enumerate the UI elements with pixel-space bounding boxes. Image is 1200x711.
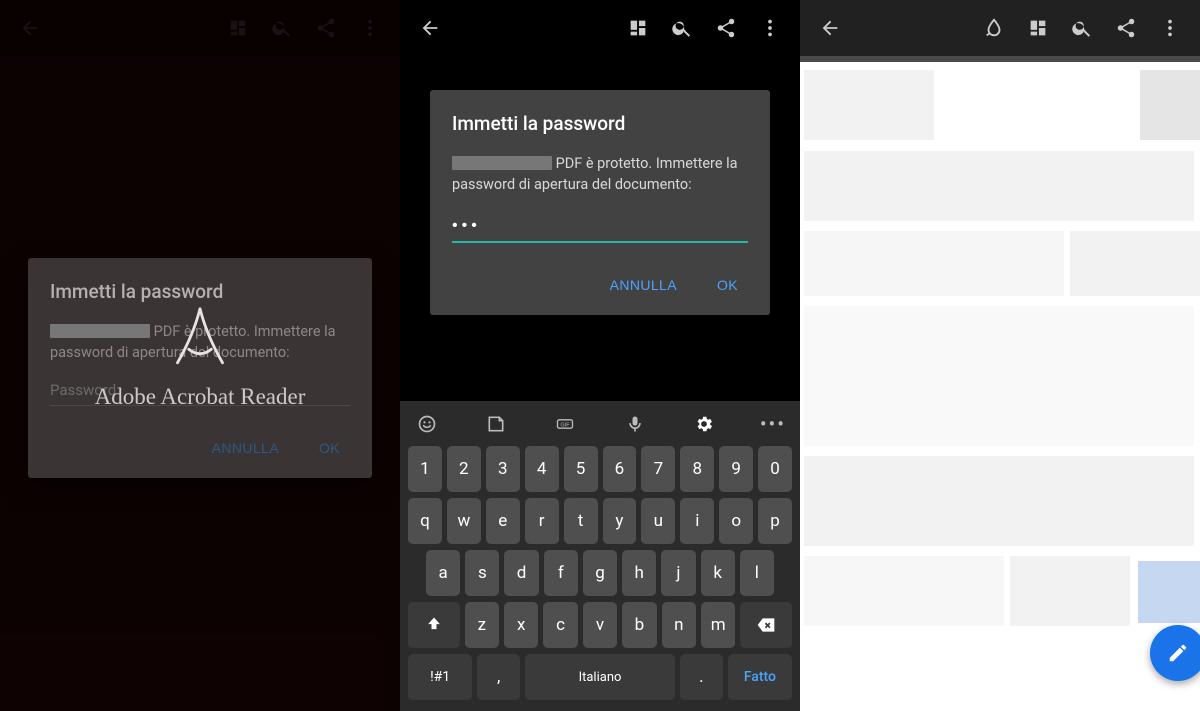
doc-block bbox=[804, 151, 1194, 221]
key-b[interactable]: b bbox=[622, 602, 656, 648]
key-0[interactable]: 0 bbox=[758, 446, 792, 492]
share-icon[interactable] bbox=[704, 6, 748, 50]
search-icon[interactable] bbox=[1060, 6, 1104, 50]
password-input[interactable] bbox=[452, 213, 748, 243]
key-5[interactable]: 5 bbox=[564, 446, 598, 492]
key-2[interactable]: 2 bbox=[447, 446, 481, 492]
key-k[interactable]: k bbox=[701, 550, 735, 596]
key-w[interactable]: w bbox=[447, 498, 481, 544]
key-period[interactable]: . bbox=[680, 654, 723, 700]
sticker-icon[interactable] bbox=[483, 411, 509, 437]
doc-block bbox=[804, 556, 1004, 626]
key-h[interactable]: h bbox=[622, 550, 656, 596]
dialog-title: Immetti la password bbox=[452, 112, 748, 135]
key-n[interactable]: n bbox=[662, 602, 696, 648]
ink-icon[interactable] bbox=[972, 6, 1016, 50]
key-j[interactable]: j bbox=[661, 550, 695, 596]
doc-block bbox=[804, 231, 1064, 296]
key-8[interactable]: 8 bbox=[680, 446, 714, 492]
password-dialog: Immetti la password PDF è protetto. Imme… bbox=[430, 90, 770, 315]
doc-top-strip bbox=[800, 56, 1200, 62]
adobe-logo-icon bbox=[164, 302, 236, 374]
keyboard-more-icon[interactable]: ••• bbox=[760, 411, 786, 437]
key-m[interactable]: m bbox=[701, 602, 735, 648]
key-l[interactable]: l bbox=[740, 550, 774, 596]
share-icon[interactable] bbox=[1104, 6, 1148, 50]
search-icon[interactable] bbox=[660, 6, 704, 50]
key-y[interactable]: y bbox=[603, 498, 637, 544]
key-z[interactable]: z bbox=[465, 602, 499, 648]
screen-splash-password: Immetti la password PDF è protetto. Imme… bbox=[0, 0, 400, 711]
keyboard-row-asdf: a s d f g h j k l bbox=[404, 547, 796, 599]
app-bar bbox=[800, 0, 1200, 56]
key-3[interactable]: 3 bbox=[486, 446, 520, 492]
key-o[interactable]: o bbox=[719, 498, 753, 544]
ok-button[interactable]: OK bbox=[713, 271, 742, 299]
keyboard-toolbar: GIF ••• bbox=[404, 407, 796, 443]
key-symbols[interactable]: !#1 bbox=[408, 654, 472, 700]
key-space[interactable]: Italiano bbox=[525, 654, 675, 700]
doc-block bbox=[804, 306, 1194, 446]
key-backspace[interactable] bbox=[740, 602, 792, 648]
key-g[interactable]: g bbox=[583, 550, 617, 596]
key-q[interactable]: q bbox=[408, 498, 442, 544]
key-u[interactable]: u bbox=[641, 498, 675, 544]
emoji-icon[interactable] bbox=[414, 411, 440, 437]
doc-block bbox=[804, 70, 934, 140]
key-c[interactable]: c bbox=[543, 602, 577, 648]
key-a[interactable]: a bbox=[426, 550, 460, 596]
key-7[interactable]: 7 bbox=[641, 446, 675, 492]
doc-block bbox=[804, 456, 1194, 546]
splash-title: Adobe Acrobat Reader bbox=[95, 384, 306, 410]
key-v[interactable]: v bbox=[583, 602, 617, 648]
overflow-icon[interactable] bbox=[1148, 6, 1192, 50]
key-d[interactable]: d bbox=[504, 550, 538, 596]
key-p[interactable]: p bbox=[758, 498, 792, 544]
screen-document-open bbox=[800, 0, 1200, 711]
key-9[interactable]: 9 bbox=[719, 446, 753, 492]
keyboard-row-numbers: 1 2 3 4 5 6 7 8 9 0 bbox=[404, 443, 796, 495]
key-x[interactable]: x bbox=[504, 602, 538, 648]
key-r[interactable]: r bbox=[525, 498, 559, 544]
back-icon[interactable] bbox=[808, 6, 852, 50]
key-shift[interactable] bbox=[408, 602, 460, 648]
key-done[interactable]: Fatto bbox=[728, 654, 792, 700]
key-e[interactable]: e bbox=[486, 498, 520, 544]
splash: Adobe Acrobat Reader bbox=[0, 0, 400, 711]
key-1[interactable]: 1 bbox=[408, 446, 442, 492]
mic-icon[interactable] bbox=[622, 411, 648, 437]
redacted-filename bbox=[452, 156, 552, 170]
doc-block bbox=[1070, 231, 1200, 296]
key-t[interactable]: t bbox=[564, 498, 598, 544]
dialog-actions: ANNULLA OK bbox=[452, 265, 748, 305]
doc-block bbox=[1010, 556, 1130, 626]
doc-highlight-block bbox=[1138, 561, 1200, 623]
gear-icon[interactable] bbox=[691, 411, 717, 437]
dialog-message: PDF è protetto. Immettere la password di… bbox=[452, 153, 748, 195]
key-comma[interactable]: , bbox=[477, 654, 520, 700]
doc-block bbox=[1140, 70, 1200, 140]
overflow-icon[interactable] bbox=[748, 6, 792, 50]
page-mode-icon[interactable] bbox=[616, 6, 660, 50]
key-4[interactable]: 4 bbox=[525, 446, 559, 492]
key-s[interactable]: s bbox=[465, 550, 499, 596]
key-6[interactable]: 6 bbox=[603, 446, 637, 492]
keyboard-row-bottom: !#1 , Italiano . Fatto bbox=[404, 651, 796, 703]
key-i[interactable]: i bbox=[680, 498, 714, 544]
key-f[interactable]: f bbox=[544, 550, 578, 596]
keyboard-row-qwerty: q w e r t y u i o p bbox=[404, 495, 796, 547]
app-bar bbox=[400, 0, 800, 56]
screen-password-entry: Immetti la password PDF è protetto. Imme… bbox=[400, 0, 800, 711]
keyboard-row-zxcv: z x c v b n m bbox=[404, 599, 796, 651]
soft-keyboard: GIF ••• 1 2 3 4 5 6 7 8 9 0 q w e r t y … bbox=[400, 401, 800, 711]
svg-text:GIF: GIF bbox=[561, 423, 571, 429]
document-viewport[interactable] bbox=[800, 56, 1200, 711]
back-icon[interactable] bbox=[408, 6, 452, 50]
edit-fab[interactable] bbox=[1150, 625, 1200, 681]
cancel-button[interactable]: ANNULLA bbox=[606, 271, 681, 299]
page-mode-icon[interactable] bbox=[1016, 6, 1060, 50]
gif-icon[interactable]: GIF bbox=[552, 411, 578, 437]
